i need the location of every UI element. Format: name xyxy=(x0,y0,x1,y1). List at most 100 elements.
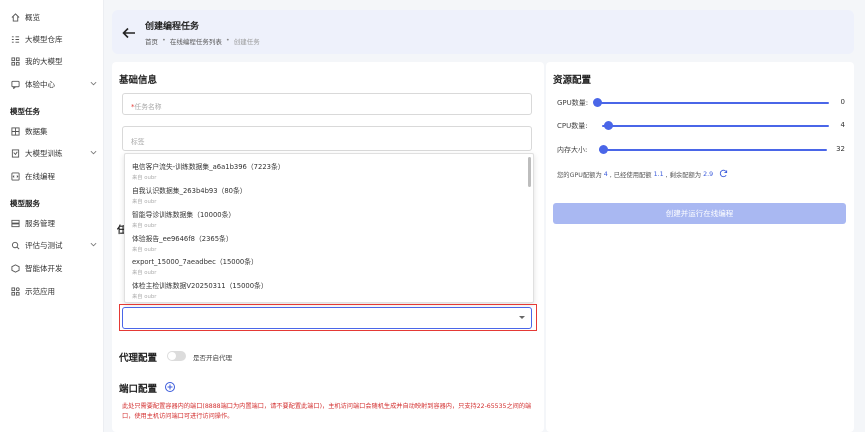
gpu-value: 0 xyxy=(840,98,845,106)
sidebar-item-label: 智能体开发 xyxy=(25,263,63,273)
chevron-down-icon xyxy=(90,241,97,250)
sidebar-group-model-service: 模型服务 xyxy=(10,199,40,208)
quota-mid: , 已经使用配额 xyxy=(609,172,652,179)
proxy-toggle[interactable] xyxy=(167,351,186,361)
basic-info-title: 基础信息 xyxy=(119,75,158,86)
sidebar-item-label: 我的大模型 xyxy=(25,56,63,66)
cpu-label: CPU数量: xyxy=(557,122,588,130)
dropdown-option[interactable]: 智能导诊训练数据集（10000条） 来自 oubr xyxy=(132,209,527,229)
sidebar-item-experience[interactable]: 体验中心 xyxy=(10,76,100,92)
breadcrumb-separator: • xyxy=(225,36,230,44)
cpu-slider-handle[interactable] xyxy=(604,121,614,130)
task-name-input[interactable]: *任务名称 xyxy=(122,93,532,115)
evaluate-icon xyxy=(10,240,20,250)
memory-slider-track[interactable] xyxy=(599,149,827,151)
create-and-run-button[interactable]: 创建并运行在线编程 xyxy=(553,203,846,224)
memory-label: 内存大小: xyxy=(557,146,588,154)
training-icon xyxy=(10,148,20,158)
sidebar-item-my-models[interactable]: 我的大模型 xyxy=(10,53,63,69)
app-root: 概览 大模型仓库 我的大模型 体验中心 模型任务 数据集 大模型训练 在线编程 xyxy=(0,0,865,432)
agent-icon xyxy=(10,263,20,273)
sidebar-item-label: 概览 xyxy=(25,12,40,22)
option-source: 来自 oubr xyxy=(132,223,157,229)
cpu-value: 4 xyxy=(840,121,845,129)
quota-prefix: 您的GPU配额为 xyxy=(557,172,602,179)
dropdown-option[interactable]: export_15000_7aeadbec（15000条） 来自 oubr xyxy=(132,256,527,276)
memory-slider-handle[interactable] xyxy=(599,145,609,154)
sidebar-item-service-management[interactable]: 服务管理 xyxy=(10,215,55,231)
resource-config-card xyxy=(546,62,854,432)
sidebar-item-label: 体验中心 xyxy=(25,79,55,89)
cpu-slider-track[interactable] xyxy=(602,125,829,127)
chat-icon xyxy=(10,79,20,89)
option-source: 来自 oubr xyxy=(132,199,157,205)
sidebar-item-online-coding[interactable]: 在线编程 xyxy=(10,168,55,184)
sidebar-item-demo-apps[interactable]: 示范应用 xyxy=(10,283,55,299)
chevron-down-icon xyxy=(90,149,97,158)
sidebar-item-label: 在线编程 xyxy=(25,171,55,181)
gpu-label: GPU数量: xyxy=(557,99,589,107)
quota-rest: 2.9 xyxy=(703,171,714,178)
quota-total: 4 xyxy=(603,171,608,178)
memory-slider-row: 内存大小: 32 xyxy=(557,144,847,156)
breadcrumb: 首页 • 在线编程任务列表 • 创建任务 xyxy=(145,36,260,46)
option-title: 体检主检训练数据V20250311（15000条） xyxy=(132,282,268,290)
gpu-quota-info: 您的GPU配额为 4 , 已经使用配额 1.1 , 剩余配额为 2.9 xyxy=(557,169,728,180)
option-title: export_15000_7aeadbec（15000条） xyxy=(132,258,258,266)
add-port-button[interactable] xyxy=(165,382,175,392)
apps-icon xyxy=(10,286,20,296)
sidebar-item-label: 示范应用 xyxy=(25,286,55,296)
dropdown-option[interactable]: 自我认识数据集_263b4b93（80条） 来自 oubr xyxy=(132,185,527,205)
proxy-toggle-label: 是否开启代理 xyxy=(193,354,232,362)
sidebar-item-evaluation[interactable]: 评估与测试 xyxy=(10,237,100,253)
back-arrow-icon[interactable] xyxy=(122,24,136,43)
page-header: 创建编程任务 首页 • 在线编程任务列表 • 创建任务 xyxy=(112,10,854,54)
sidebar-item-training[interactable]: 大模型训练 xyxy=(10,145,100,161)
sidebar-item-overview[interactable]: 概览 xyxy=(10,9,40,25)
sidebar-item-datasets[interactable]: 数据集 xyxy=(10,123,48,139)
breadcrumb-separator: • xyxy=(162,36,166,44)
sidebar-item-label: 服务管理 xyxy=(25,218,55,228)
gpu-slider-row: GPU数量: 0 xyxy=(557,97,847,109)
sidebar-item-agent-dev[interactable]: 智能体开发 xyxy=(10,260,63,276)
option-title: 智能导诊训练数据集（10000条） xyxy=(132,211,236,219)
breadcrumb-home[interactable]: 首页 xyxy=(145,36,158,46)
option-source: 来自 oubr xyxy=(132,294,157,300)
sidebar: 概览 大模型仓库 我的大模型 体验中心 模型任务 数据集 大模型训练 在线编程 xyxy=(0,0,104,432)
dropdown-option[interactable]: 体验报告_ee9646f8（2365条） 来自 oubr xyxy=(132,233,527,253)
grid-icon xyxy=(10,56,20,66)
sidebar-item-label: 数据集 xyxy=(25,126,48,136)
quota-used: 1.1 xyxy=(653,171,664,178)
toggle-knob xyxy=(168,352,176,360)
list-icon xyxy=(10,34,20,44)
port-warning-text: 此处只需要配置容器内的端口(8888端口为内置端口，请不要配置此端口)，主机访问… xyxy=(122,403,532,420)
cpu-slider-row: CPU数量: 4 xyxy=(557,120,847,132)
option-source: 来自 oubr xyxy=(132,247,157,253)
gpu-slider-handle[interactable] xyxy=(592,98,602,107)
gpu-slider-track[interactable] xyxy=(597,102,829,104)
code-icon xyxy=(10,171,20,181)
sidebar-item-model-repo[interactable]: 大模型仓库 xyxy=(10,31,63,47)
highlight-box xyxy=(119,304,537,331)
dropdown-option[interactable]: 体检主检训练数据V20250311（15000条） 来自 oubr xyxy=(132,280,527,300)
table-icon xyxy=(10,126,20,136)
sidebar-item-label: 大模型训练 xyxy=(25,148,63,158)
refresh-icon[interactable] xyxy=(719,169,728,180)
page-title: 创建编程任务 xyxy=(145,22,200,32)
breadcrumb-task-list[interactable]: 在线编程任务列表 xyxy=(170,36,222,46)
breadcrumb-current: 创建任务 xyxy=(233,38,260,46)
server-icon xyxy=(10,218,20,228)
proxy-config-title: 代理配置 xyxy=(119,353,158,364)
option-title: 体验报告_ee9646f8（2365条） xyxy=(132,235,233,243)
sidebar-item-label: 大模型仓库 xyxy=(25,34,63,44)
dropdown-scrollbar[interactable] xyxy=(528,157,531,187)
memory-value: 32 xyxy=(836,145,845,153)
option-source: 来自 oubr xyxy=(132,175,157,181)
sidebar-item-label: 评估与测试 xyxy=(25,240,63,250)
tags-placeholder: 标签 xyxy=(131,138,145,146)
task-name-placeholder: 任务名称 xyxy=(134,103,162,111)
option-title: 自我认识数据集_263b4b93（80条） xyxy=(132,187,247,195)
dropdown-option[interactable]: 电信客户流失-训练数据集_a6a1b396（7223条） 来自 oubr xyxy=(132,161,527,181)
dataset-dropdown: 电信客户流失-训练数据集_a6a1b396（7223条） 来自 oubr 自我认… xyxy=(124,153,534,303)
tags-input[interactable]: 标签 xyxy=(122,126,532,151)
